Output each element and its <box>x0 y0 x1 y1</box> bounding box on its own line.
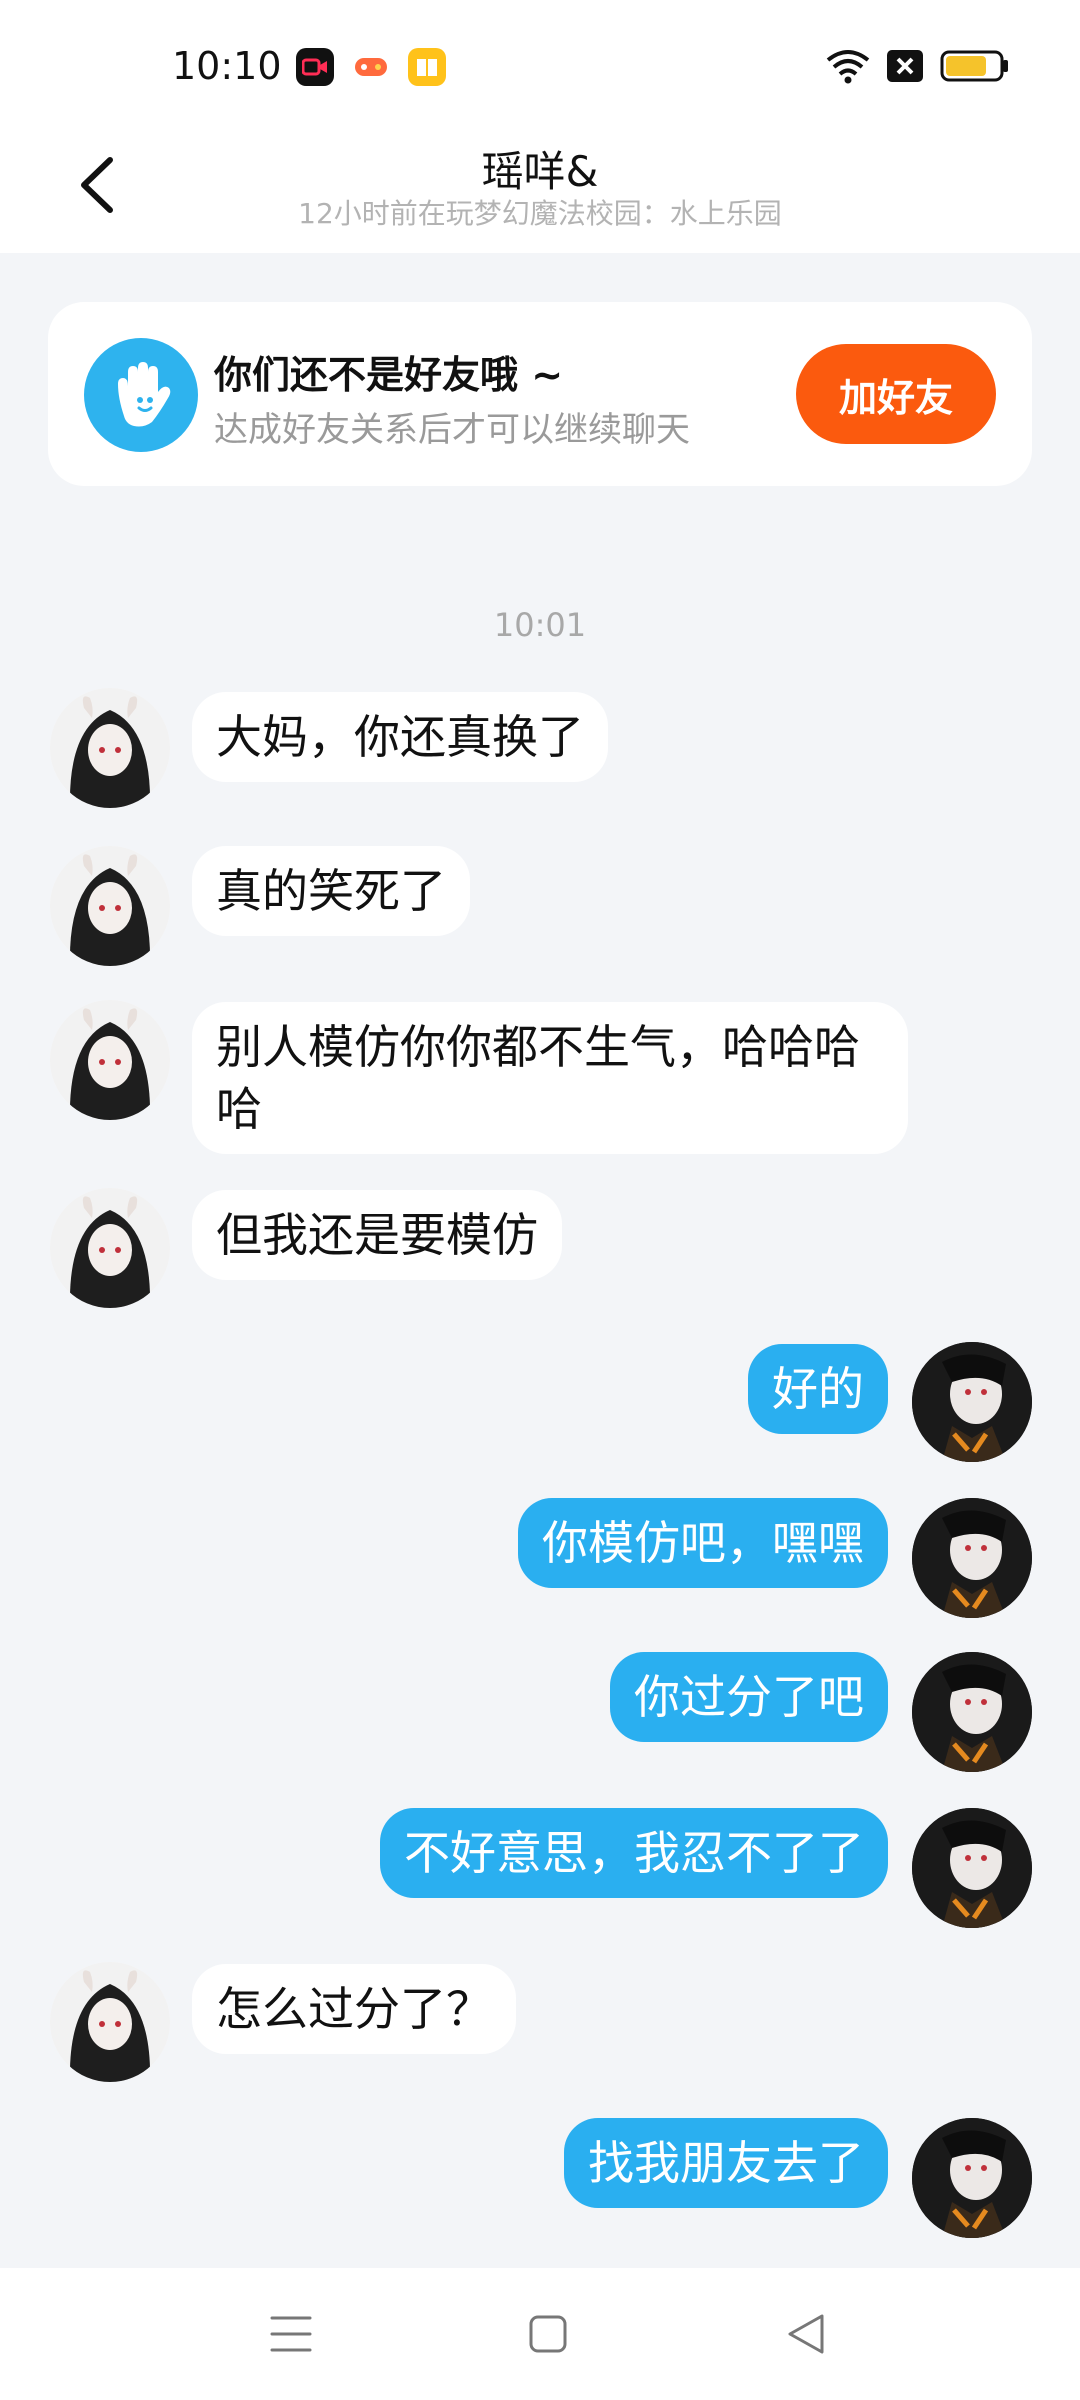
no-sim-icon <box>887 50 923 82</box>
message-bubble-sent[interactable]: 好的 <box>748 1344 888 1434</box>
contact-avatar[interactable] <box>50 688 170 808</box>
status-time: 10:10 <box>172 44 282 88</box>
battery-icon <box>940 50 1008 82</box>
message-bubble-received[interactable]: 别人模仿你你都不生气，哈哈哈哈 <box>192 1002 908 1154</box>
contact-avatar[interactable] <box>50 1962 170 2082</box>
my-avatar[interactable] <box>912 2118 1032 2238</box>
banner-title: 你们还不是好友哦 ~ <box>214 353 564 397</box>
game-app-icon <box>352 48 390 86</box>
add-friend-button[interactable]: 加好友 <box>796 344 996 444</box>
video-app-icon <box>296 48 334 86</box>
contact-name[interactable]: 瑶咩& <box>0 138 1080 199</box>
my-avatar[interactable] <box>912 1652 1032 1772</box>
banner-subtitle: 达成好友关系后才可以继续聊天 <box>214 410 690 450</box>
contact-avatar[interactable] <box>50 1188 170 1308</box>
contact-status: 12小时前在玩梦幻魔法校园：水上乐园 <box>298 197 782 230</box>
status-bar: 10:10 <box>0 0 1080 120</box>
my-avatar[interactable] <box>912 1498 1032 1618</box>
wifi-icon <box>826 50 870 84</box>
my-avatar[interactable] <box>912 1342 1032 1462</box>
home-icon[interactable] <box>528 2314 568 2354</box>
wave-hand-icon <box>84 338 198 452</box>
chat-header: 瑶咩& 12小时前在玩梦幻魔法校园：水上乐园 <box>0 120 1080 253</box>
system-icons <box>826 48 1010 84</box>
message-bubble-received[interactable]: 但我还是要模仿 <box>192 1190 562 1280</box>
back-nav-icon[interactable] <box>786 2312 826 2356</box>
message-bubble-sent[interactable]: 你模仿吧，嘿嘿 <box>518 1498 888 1588</box>
contact-avatar[interactable] <box>50 846 170 966</box>
message-bubble-received[interactable]: 大妈，你还真换了 <box>192 692 608 782</box>
message-bubble-sent[interactable]: 你过分了吧 <box>610 1652 888 1742</box>
message-bubble-sent[interactable]: 找我朋友去了 <box>564 2118 888 2208</box>
message-bubble-sent[interactable]: 不好意思，我忍不了了 <box>380 1808 888 1898</box>
book-app-icon <box>408 48 446 86</box>
notification-icons <box>296 48 446 86</box>
contact-avatar[interactable] <box>50 1000 170 1120</box>
not-friends-banner: 你们还不是好友哦 ~ 达成好友关系后才可以继续聊天 加好友 <box>48 302 1032 486</box>
my-avatar[interactable] <box>912 1808 1032 1928</box>
message-bubble-received[interactable]: 怎么过分了？ <box>192 1964 516 2054</box>
menu-icon[interactable] <box>270 2314 312 2354</box>
message-bubble-received[interactable]: 真的笑死了 <box>192 846 470 936</box>
chat-timestamp: 10:01 <box>493 606 587 644</box>
system-nav-bar <box>0 2268 1080 2400</box>
